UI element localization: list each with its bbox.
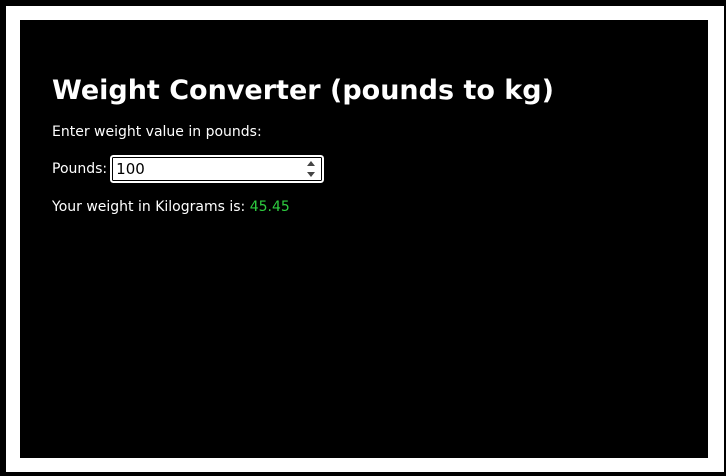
main-content: Weight Converter (pounds to kg) Enter we… [52, 72, 554, 217]
window-frame: Weight Converter (pounds to kg) Enter we… [0, 0, 726, 476]
triangle-up-icon[interactable] [307, 161, 316, 166]
result-label: Your weight in Kilograms is: [52, 199, 246, 215]
page-title: Weight Converter (pounds to kg) [52, 75, 554, 106]
number-spinner[interactable] [306, 161, 316, 177]
pounds-input-row: Pounds: [52, 154, 554, 184]
instruction-text: Enter weight value in pounds: [52, 124, 262, 140]
pounds-input[interactable] [116, 159, 297, 179]
result-line: Your weight in Kilograms is: 45.45 [52, 197, 554, 217]
pounds-label: Pounds: [52, 161, 108, 177]
pounds-input-box[interactable] [109, 154, 326, 184]
result-value: 45.45 [249, 199, 290, 215]
triangle-down-icon[interactable] [307, 172, 316, 177]
